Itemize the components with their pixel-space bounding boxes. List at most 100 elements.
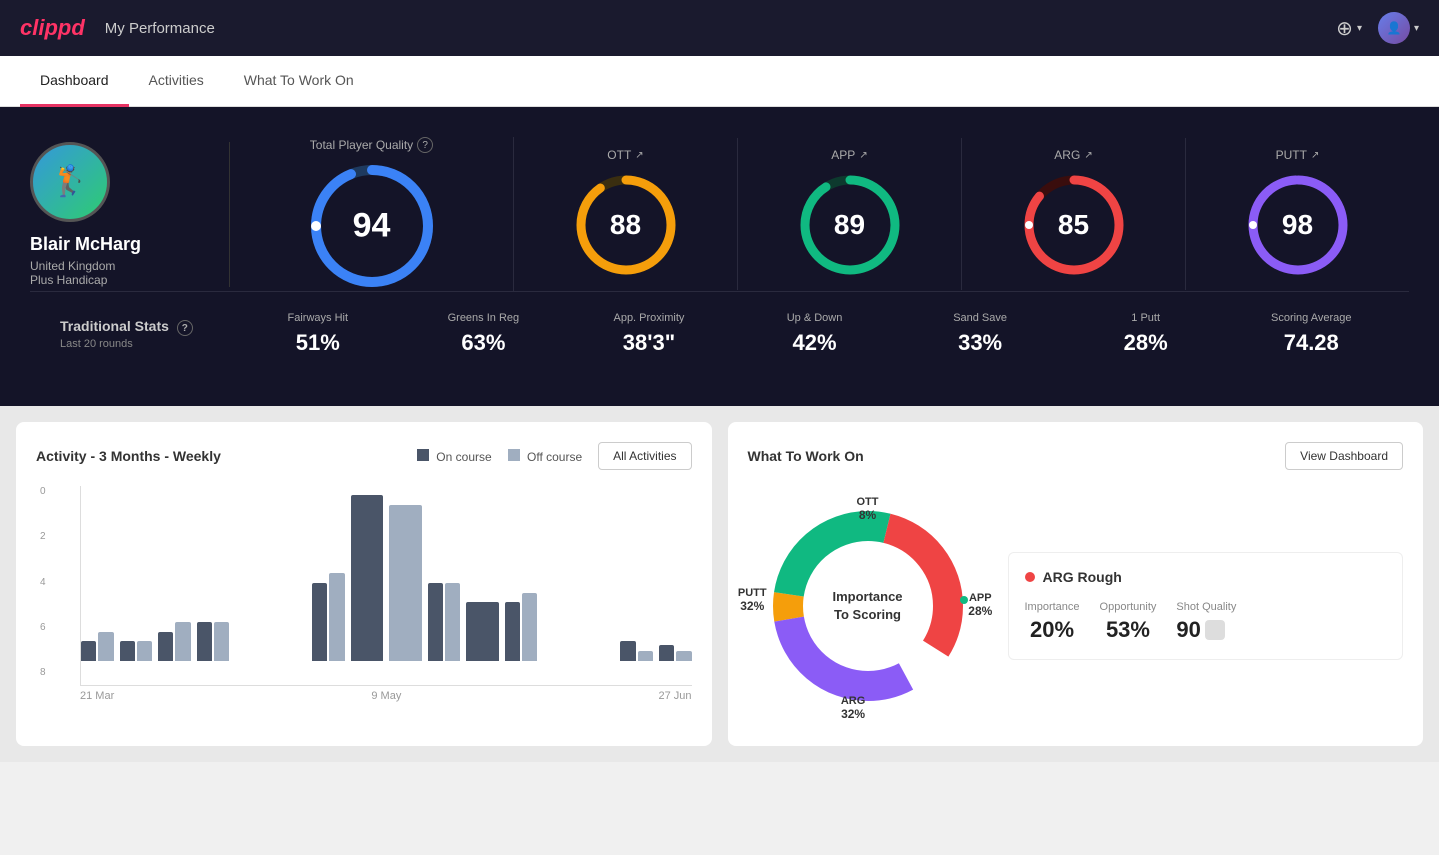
hero-inner: 🏌️ Blair McHarg United Kingdom Plus Hand… — [30, 137, 1409, 291]
off-course-dot — [508, 449, 520, 461]
stat-up-down: Up & Down 42% — [747, 312, 883, 356]
bar-off-course — [214, 622, 229, 661]
bar-group — [389, 505, 422, 661]
help-icon[interactable]: ? — [417, 137, 433, 153]
donut-chart-wrapper: Importance To Scoring OTT 8% APP 28% ARG… — [748, 486, 988, 726]
gauge-arg-circle: 85 — [1019, 170, 1129, 280]
bar-group — [120, 641, 153, 661]
gauge-putt-value: 98 — [1282, 209, 1313, 241]
player-name: Blair McHarg — [30, 234, 141, 255]
bar-on-course — [659, 645, 674, 661]
tab-what-to-work-on[interactable]: What To Work On — [224, 56, 374, 107]
putt-trend-icon: ↗ — [1311, 150, 1319, 161]
all-activities-button[interactable]: All Activities — [598, 442, 691, 470]
user-menu[interactable]: 👤 ▾ — [1378, 12, 1419, 44]
recommendation-card: ARG Rough Importance 20% Opportunity 53%… — [1008, 552, 1404, 660]
bar-on-course — [466, 602, 499, 661]
donut-label-arg: ARG 32% — [841, 695, 865, 721]
what-to-work-on-panel: What To Work On View Dashboard — [728, 422, 1424, 746]
donut-center-text: Importance To Scoring — [832, 588, 902, 624]
header-title: My Performance — [105, 20, 215, 37]
traditional-stats-section: Traditional Stats ? Last 20 rounds Fairw… — [30, 291, 1409, 376]
logo-text: clippd — [20, 15, 85, 41]
gauge-total-label: Total Player Quality ? — [310, 137, 433, 153]
donut-label-putt: PUTT 32% — [738, 587, 767, 613]
trad-stats-subtitle: Last 20 rounds — [60, 338, 220, 350]
bar-on-course — [120, 641, 135, 661]
chart-container: 8 6 4 2 0 21 Mar 9 May 27 Jun — [60, 486, 692, 702]
work-metrics: Importance 20% Opportunity 53% Shot Qual… — [1025, 601, 1387, 643]
activity-chart-title: Activity - 3 Months - Weekly — [36, 448, 221, 464]
bar-off-course — [389, 505, 422, 661]
add-chevron: ▾ — [1357, 23, 1362, 34]
bar-on-course — [312, 583, 327, 661]
bar-off-course — [638, 651, 653, 661]
add-button[interactable]: ⊕ ▾ — [1336, 16, 1362, 41]
bar-group — [81, 632, 114, 661]
stat-greens-in-reg: Greens In Reg 63% — [416, 312, 552, 356]
tab-activities[interactable]: Activities — [129, 56, 224, 107]
gauge-total-circle: 94 — [307, 161, 437, 291]
gauge-ott-circle: 88 — [571, 170, 681, 280]
user-chevron: ▾ — [1414, 23, 1419, 34]
bar-group — [428, 583, 461, 661]
bar-group — [158, 622, 191, 661]
bar-on-course — [428, 583, 443, 661]
stat-one-putt: 1 Putt 28% — [1078, 312, 1214, 356]
bar-group — [351, 495, 384, 661]
logo[interactable]: clippd — [20, 15, 85, 41]
bar-group — [620, 641, 653, 661]
stat-scoring-average: Scoring Average 74.28 — [1243, 312, 1379, 356]
bar-off-course — [329, 573, 344, 661]
gauge-total-value: 94 — [353, 207, 391, 246]
gauge-app-circle: 89 — [795, 170, 905, 280]
plus-icon: ⊕ — [1336, 16, 1353, 41]
chart-y-labels: 8 6 4 2 0 — [40, 486, 46, 678]
off-course-legend: Off course — [508, 449, 582, 464]
recommendation-dot — [1025, 572, 1035, 582]
metric-opportunity: Opportunity 53% — [1100, 601, 1157, 643]
bar-off-course — [522, 593, 537, 661]
metric-importance: Importance 20% — [1025, 601, 1080, 643]
view-dashboard-button[interactable]: View Dashboard — [1285, 442, 1403, 470]
tab-dashboard[interactable]: Dashboard — [20, 56, 129, 107]
gauge-ott-value: 88 — [610, 209, 641, 241]
bar-on-course — [351, 495, 384, 661]
hero-section: 🏌️ Blair McHarg United Kingdom Plus Hand… — [0, 107, 1439, 406]
gauge-app-label: APP ↗ — [831, 148, 867, 162]
trad-help-icon[interactable]: ? — [177, 320, 193, 336]
gauge-arg: ARG ↗ 85 — [962, 138, 1186, 290]
player-country: United Kingdom — [30, 259, 115, 273]
header-right: ⊕ ▾ 👤 ▾ — [1336, 12, 1419, 44]
bar-group — [312, 573, 345, 661]
bar-off-course — [137, 641, 152, 661]
bar-on-course — [505, 602, 520, 661]
gauge-app: APP ↗ 89 — [738, 138, 962, 290]
trad-stats-label: Traditional Stats ? Last 20 rounds — [60, 318, 220, 351]
work-on-title: What To Work On — [748, 448, 864, 464]
bar-off-course — [175, 622, 190, 661]
gauge-arg-value: 85 — [1058, 209, 1089, 241]
work-on-panel-header: What To Work On View Dashboard — [748, 442, 1404, 470]
gauges-section: Total Player Quality ? 94 OTT ↗ — [230, 137, 1409, 291]
player-handicap: Plus Handicap — [30, 273, 107, 287]
header-left: clippd My Performance — [20, 15, 215, 41]
bar-group — [466, 602, 499, 661]
gauge-putt-label: PUTT ↗ — [1276, 148, 1320, 162]
gauge-putt: PUTT ↗ 98 — [1186, 138, 1409, 290]
gauge-total: Total Player Quality ? 94 — [230, 137, 514, 291]
bar-off-course — [98, 632, 113, 661]
gauge-app-value: 89 — [834, 209, 865, 241]
gauge-putt-circle: 98 — [1243, 170, 1353, 280]
gauge-ott-label: OTT ↗ — [607, 148, 643, 162]
bar-group — [505, 593, 538, 661]
chart-x-labels: 21 Mar 9 May 27 Jun — [80, 690, 692, 702]
bar-group — [659, 645, 692, 661]
bar-on-course — [620, 641, 635, 661]
bar-chart — [80, 486, 692, 686]
trad-stats-title: Traditional Stats ? — [60, 318, 220, 337]
donut-section: Importance To Scoring OTT 8% APP 28% ARG… — [748, 486, 1404, 726]
on-course-dot — [417, 449, 429, 461]
bar-on-course — [81, 641, 96, 661]
avatar: 🏌️ — [30, 142, 110, 222]
